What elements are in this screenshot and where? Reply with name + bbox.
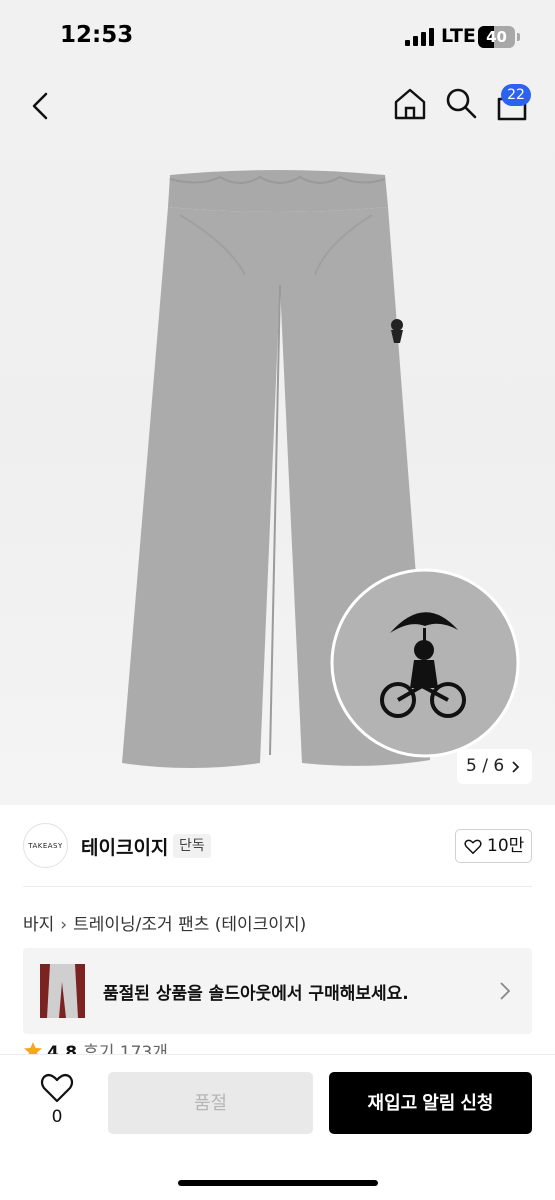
wishlist-heart-icon[interactable] — [40, 1072, 74, 1104]
search-icon[interactable] — [444, 86, 478, 120]
brand-like-count: 10만 — [487, 836, 525, 856]
home-icon[interactable] — [392, 86, 428, 122]
heart-icon — [464, 839, 482, 854]
exclusive-tag: 단독 — [173, 834, 211, 858]
home-indicator — [178, 1180, 378, 1186]
breadcrumb-item-training-pants[interactable]: 트레이닝/조거 팬츠 (테이크이지) — [73, 915, 306, 935]
soldout-button[interactable]: 품절 — [108, 1072, 313, 1134]
brand-name[interactable]: 테이크이지 — [81, 833, 168, 860]
battery-level: 40 — [486, 28, 507, 46]
wishlist-count: 0 — [51, 1107, 63, 1127]
logo-detail-zoom — [330, 568, 520, 758]
brand-logo[interactable]: TAKEASY — [23, 823, 68, 868]
back-icon[interactable] — [22, 88, 58, 124]
banner-thumbnail — [40, 964, 85, 1018]
breadcrumb-item-pants[interactable]: 바지 — [23, 915, 54, 935]
chevron-right-icon: › — [60, 915, 68, 935]
divider — [23, 886, 532, 887]
status-time: 12:53 — [60, 22, 134, 48]
soldout-banner-text: 품절된 상품을 솔드아웃에서 구매해보세요. — [103, 984, 409, 1004]
image-counter[interactable]: 5 / 6 — [457, 749, 532, 784]
network-label: LTE — [441, 25, 476, 47]
restock-alert-button[interactable]: 재입고 알림 신청 — [329, 1072, 532, 1134]
chevron-right-icon — [500, 982, 510, 1000]
signal-icon — [405, 28, 435, 46]
breadcrumb: 바지 › 트레이닝/조거 팬츠 (테이크이지) — [23, 910, 306, 935]
status-bar: 12:53 LTE 40 — [0, 0, 555, 70]
cart-count-badge: 22 — [501, 84, 531, 106]
battery-icon: 40 — [478, 26, 515, 48]
image-counter-label: 5 / 6 — [466, 756, 505, 776]
soldout-banner[interactable]: 품절된 상품을 솔드아웃에서 구매해보세요. — [23, 948, 532, 1034]
chevron-right-icon — [512, 761, 520, 773]
brand-like-button[interactable]: 10만 — [455, 829, 532, 863]
